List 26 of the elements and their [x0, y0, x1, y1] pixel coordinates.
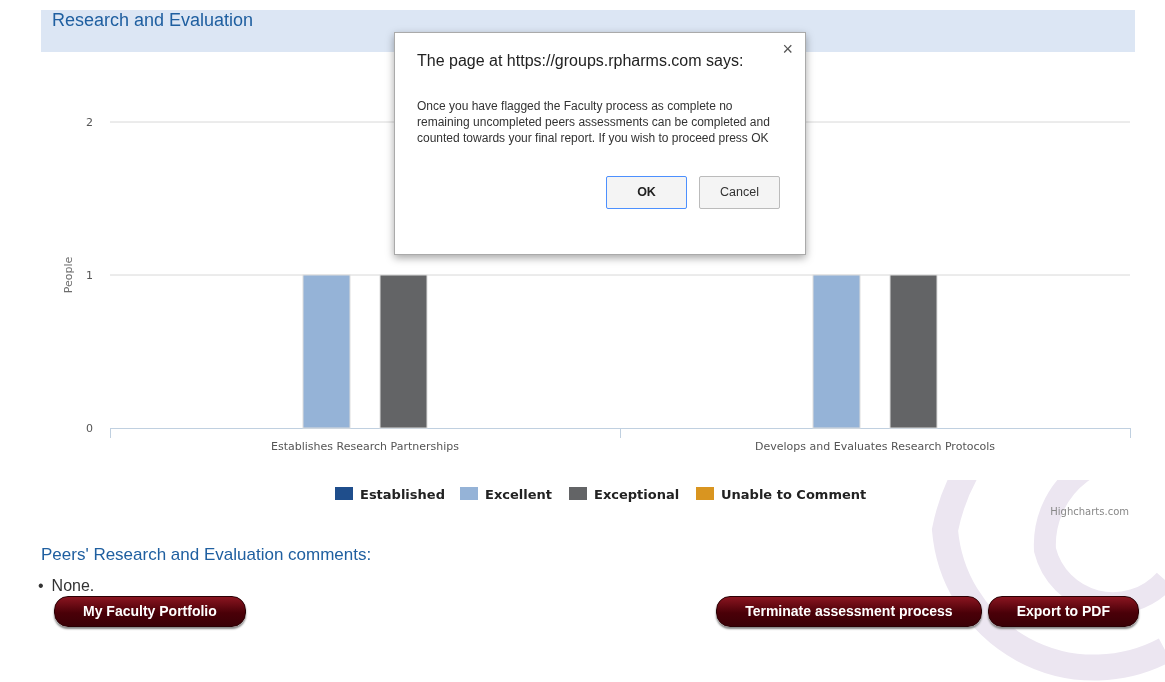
- axis-tick-label: 1: [86, 269, 93, 282]
- credit-link[interactable]: Highcharts.com: [1050, 506, 1129, 517]
- dialog-message: Once you have flagged the Faculty process as complete no remaining uncompleted peers assessments can be completed and counted towards your final report. If you wish to proceed press OK: [417, 98, 771, 146]
- axis-tick-label: 0: [86, 422, 93, 435]
- close-button[interactable]: ×: [780, 39, 795, 59]
- comment-text: None.: [51, 575, 95, 596]
- bullet: •: [38, 575, 44, 596]
- action-button[interactable]: My Faculty Portfolio: [54, 595, 246, 627]
- axis-title: People: [62, 256, 75, 294]
- legend-item[interactable]: Exceptional: [569, 487, 680, 502]
- legend-item[interactable]: Established: [335, 487, 445, 502]
- legend-label: Exceptional: [594, 487, 680, 502]
- category-label: Establishes Research Partnerships: [271, 440, 459, 453]
- comments-heading: Peers' Research and Evaluation comments:: [41, 544, 372, 566]
- legend-label: Established: [360, 487, 445, 502]
- dialog-button[interactable]: Cancel: [699, 176, 780, 209]
- dialog-button[interactable]: OK: [606, 176, 687, 209]
- action-button[interactable]: Terminate assessment process: [716, 595, 982, 627]
- axis-tick-label: 2: [86, 116, 93, 129]
- section-title: Research and Evaluation: [51, 11, 254, 29]
- dialog-title: The page at https://groups.rpharms.com says:: [417, 51, 744, 71]
- category-label: Develops and Evaluates Research Protocols: [755, 440, 995, 453]
- legend-label: Excellent: [485, 487, 552, 502]
- legend-item[interactable]: Excellent: [460, 487, 552, 502]
- legend-item[interactable]: Unable to Comment: [696, 487, 867, 502]
- action-button[interactable]: Export to PDF: [987, 595, 1139, 627]
